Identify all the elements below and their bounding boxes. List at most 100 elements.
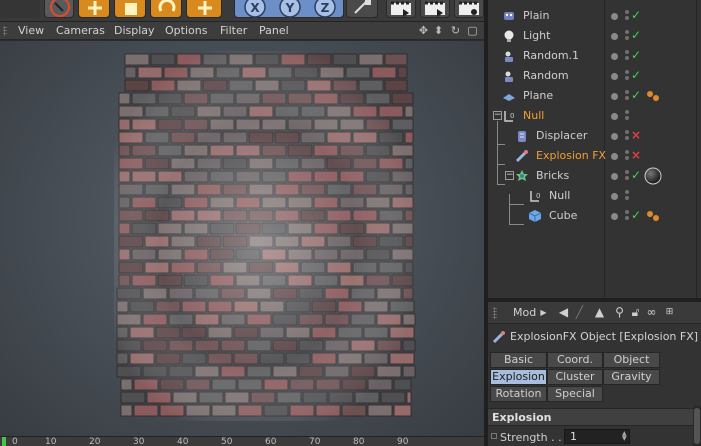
strength-stepper-icon[interactable]: ▲ ▼ [622, 431, 628, 442]
menu-panel[interactable]: Panel [259, 24, 289, 37]
object-name[interactable]: Plane [523, 89, 553, 102]
object-name[interactable]: Null [523, 109, 544, 122]
collapse-toggle-icon[interactable]: − [505, 171, 514, 180]
tab-rotation[interactable]: Rotation [490, 386, 547, 402]
timeline-ruler[interactable]: 0 10 20 30 40 50 60 70 80 90 [0, 436, 484, 446]
enabled-check-icon[interactable]: ✓ [631, 68, 641, 82]
enabled-check-icon[interactable]: ✓ [631, 208, 641, 222]
animate-checkbox[interactable] [491, 433, 497, 439]
object-row-cube[interactable]: Cube ✓ [488, 206, 701, 226]
phong-tag-icon[interactable] [646, 210, 660, 222]
visibility-dot-icon[interactable] [611, 213, 618, 220]
render-visibility-icon[interactable] [625, 70, 629, 82]
menu-display[interactable]: Display [114, 24, 155, 37]
tab-special[interactable]: Special [547, 386, 603, 402]
current-frame-marker[interactable] [2, 437, 6, 446]
tab-basic[interactable]: Basic [490, 352, 547, 368]
phong-tag-icon[interactable] [646, 90, 660, 102]
object-row-displacer[interactable]: Displacer × [488, 126, 701, 146]
object-row-bricks[interactable]: Bricks ✓ [488, 166, 701, 186]
enabled-check-icon[interactable]: ✓ [631, 48, 641, 62]
visibility-dot-icon[interactable] [611, 193, 618, 200]
pan-view-icon[interactable]: ✥ [417, 24, 430, 37]
attribute-scrollbar[interactable] [693, 406, 701, 446]
rotate-tool-icon[interactable] [150, 0, 182, 18]
enabled-check-icon[interactable]: ✓ [631, 8, 641, 22]
enabled-check-icon[interactable]: ✓ [631, 28, 641, 42]
menu-cameras[interactable]: Cameras [56, 24, 105, 37]
grip-handle-icon[interactable] [493, 307, 497, 319]
collapse-toggle-icon[interactable]: − [493, 111, 502, 120]
grip-handle-icon[interactable] [3, 26, 7, 36]
object-row-plain[interactable]: Plain ✓ [488, 6, 701, 26]
toggle-view-icon[interactable]: ▢ [466, 24, 479, 37]
object-row-explosion-fx[interactable]: Explosion FX × [488, 146, 701, 166]
visibility-dot-icon[interactable] [611, 113, 618, 120]
render-visibility-icon[interactable] [625, 130, 629, 142]
back-arrow-icon[interactable]: ◀ [556, 305, 571, 320]
visibility-dot-icon[interactable] [611, 133, 618, 140]
render-visibility-icon[interactable] [625, 50, 629, 62]
render-settings-icon[interactable] [454, 0, 484, 18]
add-tool-icon[interactable] [186, 0, 222, 18]
render-visibility-icon[interactable] [625, 210, 629, 222]
object-name[interactable]: Light [523, 29, 550, 42]
zoom-view-icon[interactable]: ⬍ [432, 24, 445, 37]
object-name[interactable]: Random.1 [523, 49, 579, 62]
lock-icon[interactable]: 🔓︎ [628, 305, 643, 320]
material-tag-icon[interactable] [644, 167, 662, 185]
render-visibility-icon[interactable] [625, 110, 629, 122]
tab-object[interactable]: Object [603, 352, 660, 368]
mode-arrow-icon[interactable]: ▶ [536, 305, 551, 320]
render-visibility-icon[interactable] [625, 190, 629, 202]
object-row-random-1[interactable]: Random.1 ✓ [488, 46, 701, 66]
tab-gravity[interactable]: Gravity [603, 369, 660, 385]
render-visibility-icon[interactable] [625, 170, 629, 182]
object-name[interactable]: Cube [549, 209, 577, 222]
object-row-plane[interactable]: Plane ✓ [488, 86, 701, 106]
search-icon[interactable]: ⚲ [612, 305, 627, 320]
strength-input[interactable]: 1 [564, 429, 630, 444]
visibility-dot-icon[interactable] [611, 93, 618, 100]
visibility-dot-icon[interactable] [611, 153, 618, 160]
visibility-dot-icon[interactable] [611, 173, 618, 180]
visibility-dot-icon[interactable] [611, 53, 618, 60]
disabled-cross-icon[interactable]: × [631, 128, 641, 142]
object-row-null[interactable]: 0 Null [488, 186, 701, 206]
object-name[interactable]: Bricks [536, 169, 569, 182]
render-picture-viewer-icon[interactable] [420, 0, 450, 18]
enabled-check-icon[interactable]: ✓ [631, 88, 641, 102]
menu-options[interactable]: Options [165, 24, 207, 37]
up-arrow-icon[interactable]: ▲ [592, 305, 607, 320]
object-row-light[interactable]: Light ✓ [488, 26, 701, 46]
enabled-check-icon[interactable]: ✓ [631, 168, 641, 182]
tab-cluster[interactable]: Cluster [547, 369, 603, 385]
mode-menu[interactable]: Mod [513, 306, 536, 319]
menu-view[interactable]: View [18, 24, 44, 37]
tab-coord[interactable]: Coord. [547, 352, 603, 368]
visibility-dot-icon[interactable] [611, 73, 618, 80]
object-row-null[interactable]: 0 Null [488, 106, 701, 126]
scale-tool-icon[interactable] [114, 0, 146, 18]
coordinate-system-icon[interactable] [346, 0, 378, 18]
object-name[interactable]: Null [549, 189, 570, 202]
object-name[interactable]: Plain [523, 9, 549, 22]
disabled-cross-icon[interactable]: × [631, 148, 641, 162]
scrollbar-thumb[interactable] [694, 408, 700, 444]
object-name[interactable]: Displacer [536, 129, 587, 142]
link-icon[interactable]: ∞ [644, 305, 659, 320]
move-tool-icon[interactable] [78, 0, 110, 18]
object-name[interactable]: Explosion FX [536, 149, 606, 162]
object-row-random[interactable]: Random ✓ [488, 66, 701, 86]
visibility-dot-icon[interactable] [611, 33, 618, 40]
object-name[interactable]: Random [523, 69, 569, 82]
menu-filter[interactable]: Filter [220, 24, 247, 37]
render-visibility-icon[interactable] [625, 10, 629, 22]
rotate-view-icon[interactable]: ↻ [449, 24, 462, 37]
render-view-icon[interactable] [386, 0, 416, 18]
tab-explosion[interactable]: Explosion [490, 369, 547, 385]
3d-viewport[interactable] [0, 41, 484, 436]
new-panel-icon[interactable]: ⊞ [662, 305, 677, 320]
render-visibility-icon[interactable] [625, 150, 629, 162]
toolbar-button-group-left[interactable] [0, 0, 40, 18]
